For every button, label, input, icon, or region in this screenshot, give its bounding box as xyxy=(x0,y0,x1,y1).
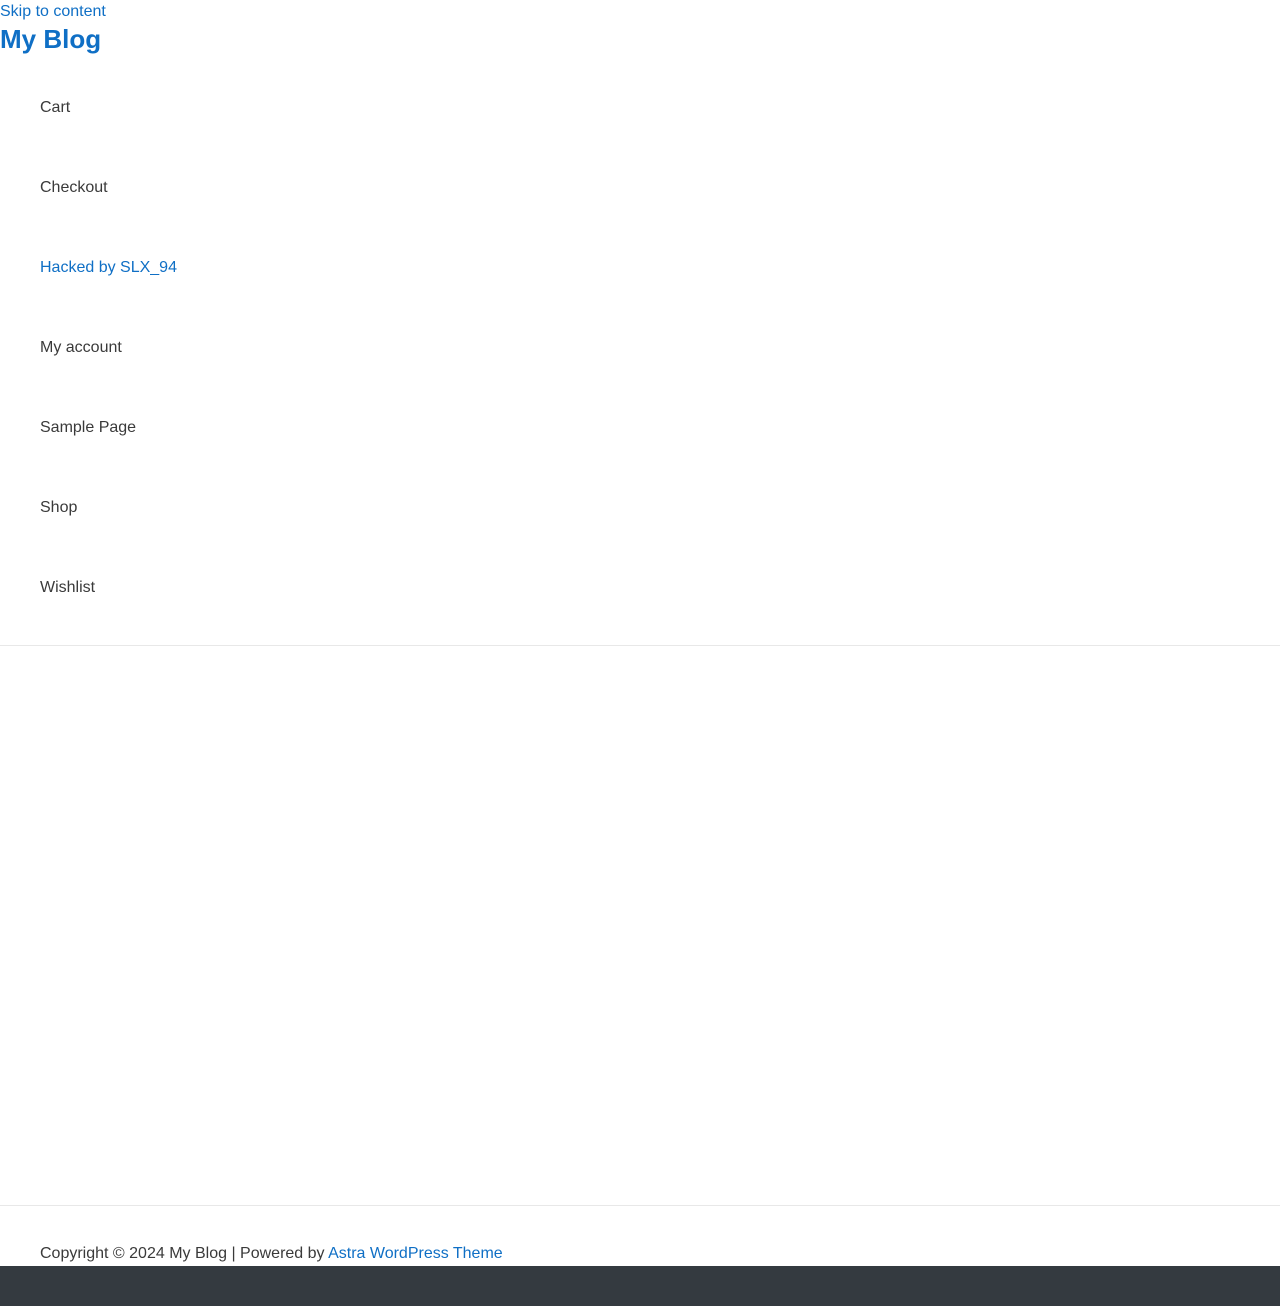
admin-bar xyxy=(0,1266,1280,1306)
nav-link-checkout[interactable]: Checkout xyxy=(40,178,108,198)
theme-link[interactable]: Astra WordPress Theme xyxy=(328,1245,503,1262)
nav-item-checkout: Checkout xyxy=(0,148,1280,228)
nav-link-cart[interactable]: Cart xyxy=(40,98,70,118)
nav-link-hacked[interactable]: Hacked by SLX_94 xyxy=(40,258,177,278)
nav-item-shop: Shop xyxy=(0,468,1280,548)
copyright-text: Copyright © 2024 My Blog | Powered by xyxy=(40,1245,329,1262)
nav-item-hacked: Hacked by SLX_94 xyxy=(0,228,1280,308)
nav-link-sample-page[interactable]: Sample Page xyxy=(40,418,136,438)
nav-item-sample-page: Sample Page xyxy=(0,388,1280,468)
footer-divider xyxy=(0,1205,1280,1206)
skip-to-content-link[interactable]: Skip to content xyxy=(0,3,106,21)
nav-item-cart: Cart xyxy=(0,68,1280,148)
nav-link-wishlist[interactable]: Wishlist xyxy=(40,578,95,598)
footer-copyright: Copyright © 2024 My Blog | Powered by As… xyxy=(40,1244,503,1264)
nav-link-my-account[interactable]: My account xyxy=(40,338,122,358)
nav-item-wishlist: Wishlist xyxy=(0,548,1280,628)
nav-link-shop[interactable]: Shop xyxy=(40,498,77,518)
main-navigation: Cart Checkout Hacked by SLX_94 My accoun… xyxy=(0,68,1280,628)
nav-item-my-account: My account xyxy=(0,308,1280,388)
site-title[interactable]: My Blog xyxy=(0,24,101,54)
header-divider xyxy=(0,645,1280,646)
